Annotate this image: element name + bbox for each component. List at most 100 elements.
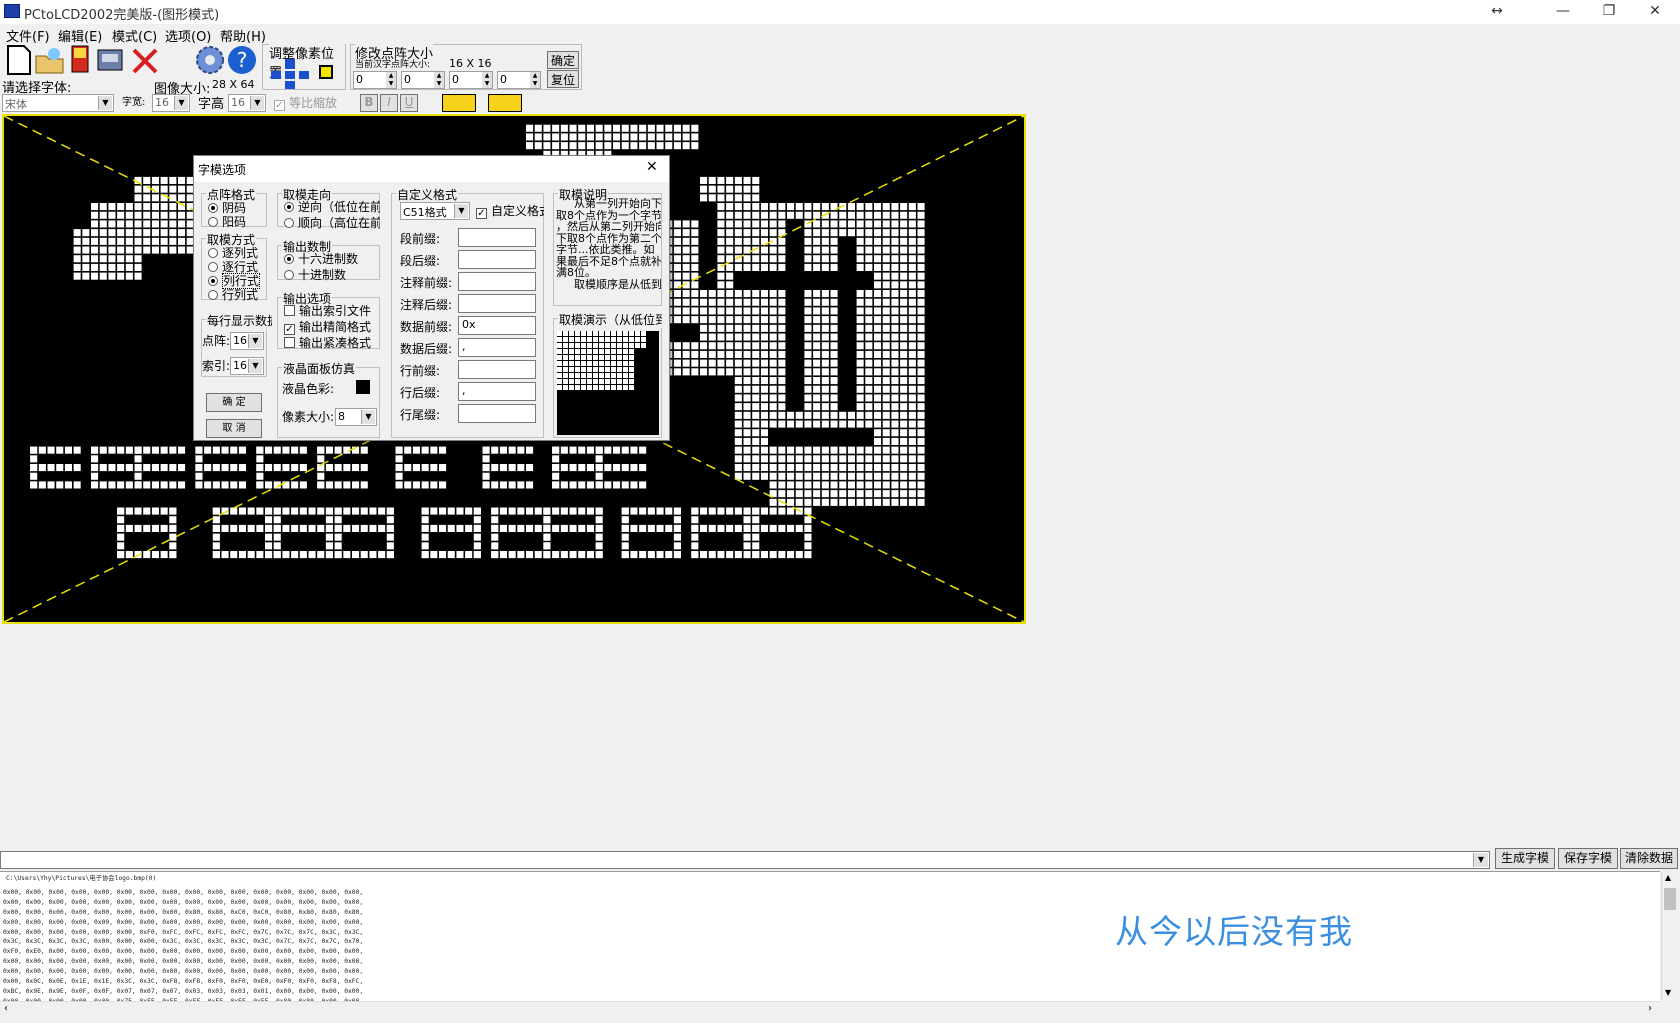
export-icon[interactable]	[96, 44, 126, 74]
move-left-icon[interactable]	[271, 71, 281, 79]
custom-field-input[interactable]	[458, 294, 536, 313]
check-compact[interactable]: ✓ 输出精简格式	[284, 318, 380, 335]
lcd-pixel	[325, 446, 333, 454]
minimize-button[interactable]: —	[1540, 0, 1586, 24]
flip-horizontal-icon[interactable]	[442, 94, 476, 112]
lcd-pixel	[508, 481, 516, 489]
radio-reverse[interactable]: 逆向（低位在前）	[284, 198, 380, 215]
radio-positive[interactable]: 阳码	[208, 213, 246, 230]
check-tight[interactable]: 输出紧凑格式	[284, 334, 380, 351]
custom-field-input[interactable]	[458, 404, 536, 423]
move-up-icon[interactable]	[285, 59, 295, 69]
save-font-button[interactable]: 保存字模	[1558, 848, 1618, 869]
shrink-right-spin[interactable]: 0 ▲ ▼	[449, 71, 493, 89]
lcd-pixel	[752, 229, 760, 237]
custom-field-input[interactable]	[458, 272, 536, 291]
lcd-pixel	[865, 211, 873, 219]
radio-forward[interactable]: 顺向（高位在前）	[284, 214, 380, 231]
scroll-thumb[interactable]	[1664, 888, 1676, 910]
move-center-icon[interactable]	[285, 71, 295, 79]
lcd-pixel	[160, 237, 168, 245]
ok-button[interactable]: 确 定	[206, 393, 262, 412]
lcd-pixel	[151, 203, 159, 211]
vertical-scrollbar[interactable]: ▲ ▼	[1661, 871, 1678, 1001]
output-textarea[interactable]: C:\Users\Yhy\Pictures\电子协会logo.bmp(0) 0x…	[0, 871, 1660, 1001]
maximize-button[interactable]: ❐	[1586, 0, 1632, 24]
proportional-checkbox[interactable]: ✓ 等比缩放	[274, 94, 337, 111]
bold-button[interactable]: B	[360, 94, 378, 112]
lcd-pixel	[543, 551, 551, 559]
clear-button[interactable]: 清除数据	[1620, 848, 1678, 869]
lcd-pixel	[882, 298, 890, 306]
underline-button[interactable]: U	[400, 94, 418, 112]
shrink-top-spin[interactable]: 0 ▲ ▼	[401, 71, 445, 89]
custom-field-input[interactable]: 0x	[458, 316, 536, 335]
generate-button[interactable]: 生成字模	[1495, 848, 1555, 869]
menu-edit[interactable]: 编辑(E)	[58, 26, 102, 45]
help-icon[interactable]: ?	[226, 44, 256, 74]
lcd-pixel	[691, 220, 699, 228]
confirm-size-button[interactable]: 确定	[547, 51, 579, 69]
index-select[interactable]: 16 ▼	[230, 357, 264, 375]
menu-file[interactable]: 文件(F)	[6, 26, 50, 45]
demo-pixel	[581, 361, 586, 366]
open-folder-icon[interactable]	[34, 44, 64, 74]
custom-format-checkbox[interactable]: ✓自定义格式	[476, 202, 544, 219]
lcd-pixel	[778, 203, 786, 211]
radio-hex[interactable]: 十六进制数	[284, 250, 358, 267]
pixel-size-select[interactable]: 8 ▼	[335, 408, 377, 426]
reset-size-button[interactable]: 复位	[547, 70, 579, 88]
new-file-icon[interactable]	[4, 44, 34, 75]
dots-select[interactable]: 16 ▼	[230, 332, 264, 350]
radio-row-column[interactable]: 行列式	[208, 286, 258, 303]
lcd-pixel	[882, 342, 890, 350]
lcd-pixel	[221, 551, 229, 559]
lcd-pixel	[108, 220, 116, 228]
shrink-bottom-spin[interactable]: 0 ▲ ▼	[497, 71, 541, 89]
lcd-pixel	[900, 498, 908, 506]
lcd-pixel	[317, 551, 325, 559]
file-path-combo[interactable]: ▼	[0, 851, 1490, 869]
menu-options[interactable]: 选项(O)	[165, 26, 211, 45]
move-right-icon[interactable]	[299, 71, 309, 79]
lcd-pixel	[856, 229, 864, 237]
radio-decimal[interactable]: 十进制数	[284, 266, 346, 283]
lcd-pixel	[917, 307, 925, 315]
custom-field-input[interactable]	[458, 228, 536, 247]
shrink-left-spin[interactable]: 0 ▲ ▼	[353, 71, 397, 89]
custom-field-input[interactable]: ,	[458, 382, 536, 401]
font-select[interactable]: 宋体 ▼	[2, 94, 114, 112]
lcd-pixel	[691, 350, 699, 358]
horizontal-scrollbar[interactable]: ‹ ›	[0, 1001, 1660, 1018]
menu-mode[interactable]: 模式(C)	[112, 26, 157, 45]
lcd-pixel	[743, 455, 751, 463]
custom-field-input[interactable]: ,	[458, 338, 536, 357]
delete-icon[interactable]	[130, 44, 160, 74]
format-select[interactable]: C51格式 ▼	[400, 202, 470, 220]
flip-vertical-icon[interactable]	[488, 94, 522, 112]
custom-field-input[interactable]	[458, 360, 536, 379]
svg-text:?: ?	[237, 48, 248, 72]
char-height-select[interactable]: 16 ▼	[228, 94, 266, 112]
italic-button[interactable]: I	[380, 94, 398, 112]
lcd-color-swatch[interactable]	[356, 380, 370, 394]
lcd-pixel	[839, 411, 847, 419]
dialog-close-icon[interactable]: ✕	[646, 159, 658, 175]
lcd-pixel	[917, 324, 925, 332]
lcd-sim-group: 液晶面板仿真 液晶色彩: 像素大小: 8 ▼	[277, 360, 380, 438]
save-icon[interactable]	[66, 44, 96, 74]
lcd-pixel	[804, 203, 812, 211]
select-region-icon[interactable]	[319, 65, 333, 79]
settings-gear-icon[interactable]	[194, 44, 224, 74]
lcd-pixel	[212, 551, 220, 559]
chevron-down-icon[interactable]: ▼	[1473, 853, 1488, 867]
lcd-pixel	[613, 446, 621, 454]
move-down-icon[interactable]	[285, 81, 295, 89]
check-index-file[interactable]: 输出索引文件	[284, 302, 380, 319]
cancel-button[interactable]: 取 消	[206, 419, 262, 438]
demo-pixel	[593, 355, 598, 360]
custom-field-input[interactable]	[458, 250, 536, 269]
close-button[interactable]: ✕	[1632, 0, 1678, 24]
resize-icon[interactable]: ↔	[1474, 0, 1520, 24]
menu-help[interactable]: 帮助(H)	[220, 26, 266, 45]
